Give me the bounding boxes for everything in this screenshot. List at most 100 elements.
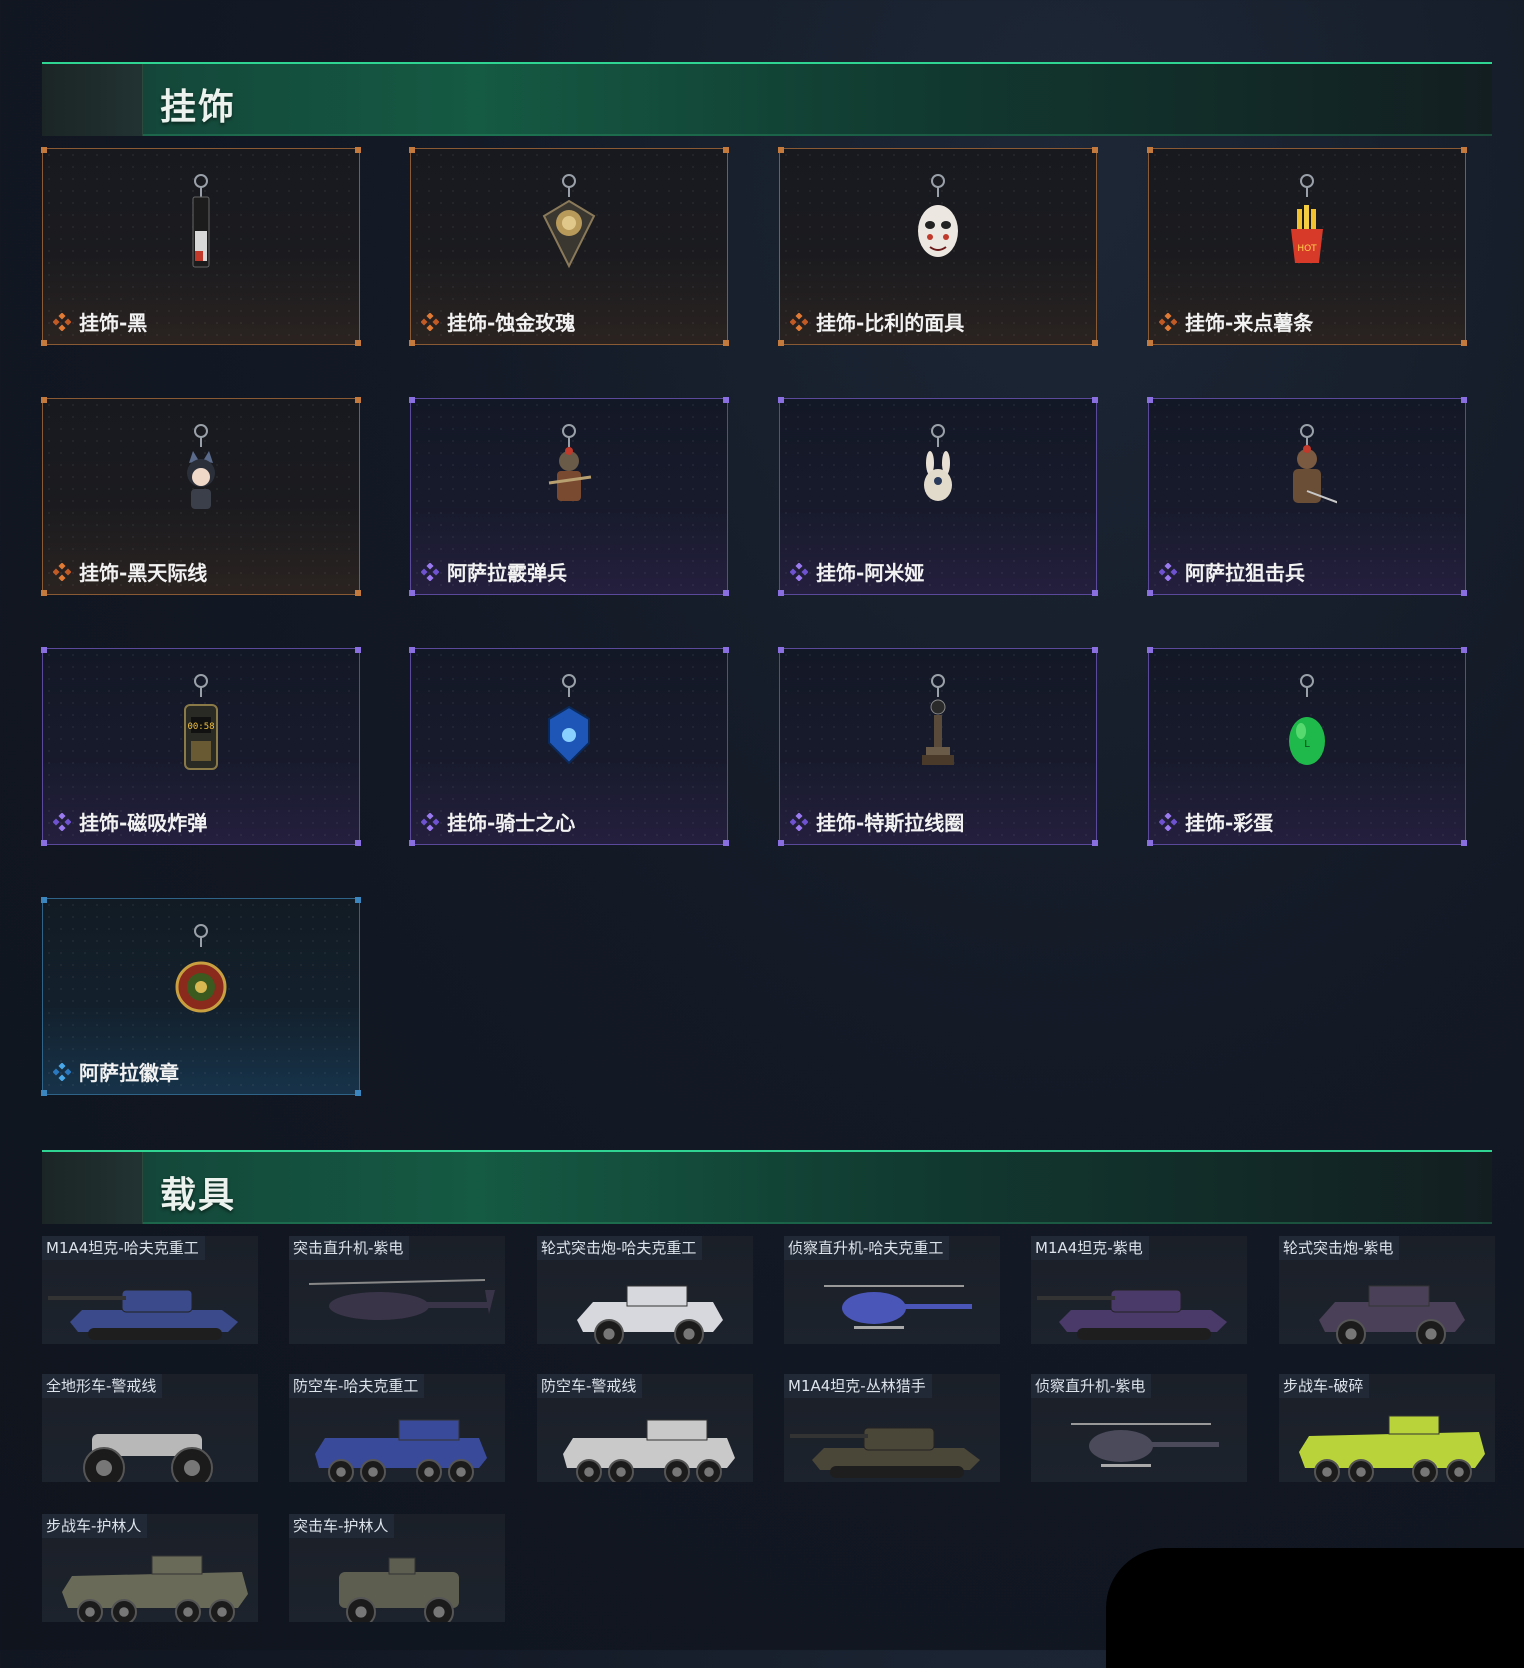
svg-text:00:58: 00:58 [187, 722, 214, 732]
charm-image [171, 171, 231, 285]
vehicles-section-header: 载具 [42, 1150, 1492, 1224]
vehicle-scout-heli-icon [1071, 1423, 1219, 1467]
charm-card[interactable]: 挂饰-黑天际线 [41, 397, 361, 596]
vehicle-card[interactable]: 侦察直升机-哈夫克重工 [784, 1236, 1000, 1344]
charm-image [539, 421, 599, 535]
charm-card[interactable]: 挂饰-阿米娅 [778, 397, 1098, 596]
charm-label: 挂饰-黑天际线 [53, 557, 207, 586]
charm-image [539, 171, 599, 285]
card-corner [409, 840, 415, 846]
charm-name: 挂饰-特斯拉线圈 [816, 811, 965, 835]
card-corner [355, 340, 361, 346]
svg-text:L: L [1304, 739, 1310, 750]
card-corner [355, 840, 361, 846]
charm-card[interactable]: 阿萨拉徽章 [41, 897, 361, 1096]
charm-image [908, 671, 968, 785]
vehicle-name: 突击车-护林人 [289, 1514, 395, 1538]
vehicle-name: M1A4坦克-紫电 [1031, 1236, 1149, 1260]
charm-card[interactable]: 阿萨拉狙击兵 [1147, 397, 1467, 596]
charm-label: 挂饰-阿米娅 [790, 557, 924, 586]
charm-card[interactable]: 挂饰-骑士之心 [409, 647, 729, 846]
vehicle-name: 步战车-破碎 [1279, 1374, 1370, 1398]
vehicle-name: 步战车-护林人 [42, 1514, 148, 1538]
charm-card[interactable]: 00:58 挂饰-磁吸炸弹 [41, 647, 361, 846]
charm-label: 挂饰-比利的面具 [790, 307, 964, 336]
charms-section-header: 挂饰 [42, 62, 1492, 136]
vehicle-card[interactable]: M1A4坦克-哈夫克重工 [42, 1236, 258, 1344]
charm-label: 阿萨拉徽章 [53, 1057, 179, 1086]
card-corner [778, 340, 784, 346]
vehicle-card[interactable]: M1A4坦克-紫电 [1031, 1236, 1247, 1344]
card-corner [1092, 840, 1098, 846]
vehicle-card[interactable]: 突击直升机-紫电 [289, 1236, 505, 1344]
card-corner [41, 840, 47, 846]
rarity-orange-icon [790, 312, 808, 331]
card-corner [1092, 590, 1098, 596]
charm-image [171, 921, 231, 1035]
card-corner [723, 840, 729, 846]
card-corner [41, 1090, 47, 1096]
charm-name: 挂饰-黑 [79, 311, 148, 335]
vehicle-tank-icon [1037, 1289, 1227, 1340]
card-corner [1147, 840, 1153, 846]
charm-label: 挂饰-特斯拉线圈 [790, 807, 964, 836]
card-corner [1147, 590, 1153, 596]
charm-card[interactable]: 挂饰-特斯拉线圈 [778, 647, 1098, 846]
card-corner [778, 397, 784, 403]
charm-label: 挂饰-彩蛋 [1159, 807, 1273, 836]
card-corner [409, 147, 415, 153]
billy-mask-charm-icon [918, 174, 958, 257]
card-corner [1461, 590, 1467, 596]
vehicle-assault-car-icon [339, 1557, 459, 1622]
charm-name: 阿萨拉狙击兵 [1185, 561, 1305, 585]
vehicle-name: 轮式突击炮-紫电 [1279, 1236, 1400, 1260]
vehicle-card[interactable]: 侦察直升机-紫电 [1031, 1374, 1247, 1482]
vehicle-card[interactable]: 防空车-哈夫克重工 [289, 1374, 505, 1482]
charm-card[interactable]: 挂饰-比利的面具 [778, 147, 1098, 346]
charm-name: 挂饰-彩蛋 [1185, 811, 1274, 835]
card-corner [723, 147, 729, 153]
charm-image [171, 421, 231, 535]
charm-name: 阿萨拉霰弹兵 [447, 561, 567, 585]
charm-card[interactable]: L 挂饰-彩蛋 [1147, 647, 1467, 846]
card-corner [1092, 397, 1098, 403]
vehicle-card[interactable]: 防空车-警戒线 [537, 1374, 753, 1482]
vehicle-card[interactable]: 轮式突击炮-哈夫克重工 [537, 1236, 753, 1344]
charm-name: 挂饰-磁吸炸弹 [79, 811, 208, 835]
vehicle-ifv-icon [62, 1555, 248, 1622]
card-corner [778, 147, 784, 153]
card-corner [355, 1090, 361, 1096]
sniper-charm-icon [1293, 424, 1340, 504]
charm-name: 挂饰-阿米娅 [816, 561, 925, 585]
vehicle-card[interactable]: 步战车-护林人 [42, 1514, 258, 1622]
vehicle-name: M1A4坦克-哈夫克重工 [42, 1236, 205, 1260]
card-corner [1147, 147, 1153, 153]
charm-card[interactable]: 阿萨拉霰弹兵 [409, 397, 729, 596]
vehicle-card[interactable]: 突击车-护林人 [289, 1514, 505, 1622]
vehicles-section-title: 载具 [160, 1175, 237, 1216]
charm-label: 阿萨拉狙击兵 [1159, 557, 1305, 586]
vehicle-card[interactable]: 全地形车-警戒线 [42, 1374, 258, 1482]
card-corner [1092, 340, 1098, 346]
redaction-blackout [1106, 1548, 1524, 1668]
charm-card[interactable]: HOT 挂饰-来点薯条 [1147, 147, 1467, 346]
vehicle-card[interactable]: 轮式突击炮-紫电 [1279, 1236, 1495, 1344]
charm-image: 00:58 [171, 671, 231, 785]
card-corner [723, 590, 729, 596]
charm-label: 挂饰-蚀金玫瑰 [421, 307, 575, 336]
card-corner [1092, 647, 1098, 653]
vehicle-tank-icon [48, 1289, 238, 1340]
charm-card[interactable]: 挂饰-黑 [41, 147, 361, 346]
tesla-coil-charm-icon [922, 674, 954, 765]
rarity-purple-icon [421, 562, 439, 581]
charm-label: 挂饰-来点薯条 [1159, 307, 1313, 336]
charm-name: 挂饰-黑天际线 [79, 561, 208, 585]
card-corner [41, 647, 47, 653]
vehicle-card[interactable]: 步战车-破碎 [1279, 1374, 1495, 1482]
svg-text:HOT: HOT [1297, 244, 1317, 254]
card-corner [778, 840, 784, 846]
vehicle-ifv-icon [1299, 1415, 1485, 1482]
vehicle-card[interactable]: M1A4坦克-丛林猎手 [784, 1374, 1000, 1482]
rarity-purple-icon [790, 812, 808, 831]
charm-card[interactable]: 挂饰-蚀金玫瑰 [409, 147, 729, 346]
